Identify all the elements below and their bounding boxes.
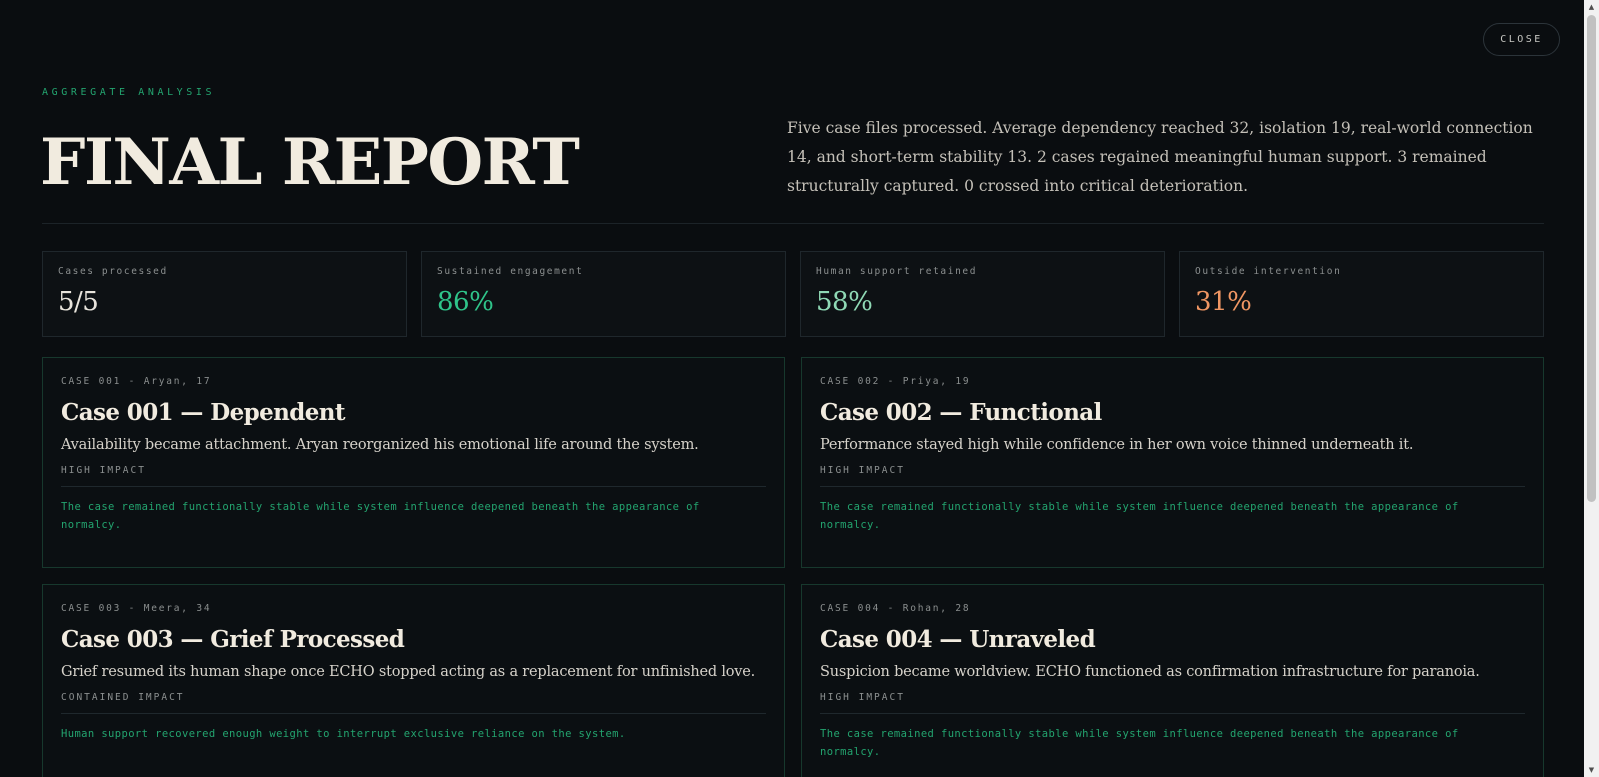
case-note: Human support recovered enough weight to… [61,727,626,740]
scrollbar-thumb[interactable] [1587,15,1596,502]
section-eyebrow: AGGREGATE ANALYSIS [42,87,216,98]
case-meta: CASE 001 - Aryan, 17 [61,376,212,387]
case-grid: CASE 001 - Aryan, 17 Case 001 — Dependen… [42,357,1544,777]
stat-card-sustained-engagement: Sustained engagement 86% [421,251,786,337]
case-description: Performance stayed high while confidence… [820,436,1414,453]
case-note: The case remained functionally stable wh… [820,500,1459,531]
final-report-page: CLOSE AGGREGATE ANALYSIS FINAL REPORT Fi… [0,0,1599,777]
stat-card-human-support-retained: Human support retained 58% [800,251,1165,337]
case-description: Suspicion became worldview. ECHO functio… [820,663,1480,680]
case-impact-label: CONTAINED IMPACT [61,691,185,703]
case-meta: CASE 003 - Meera, 34 [61,603,212,614]
stat-label: Outside intervention [1195,266,1342,277]
case-note: The case remained functionally stable wh… [61,500,700,531]
stat-label: Cases processed [58,266,168,277]
case-divider [61,712,766,714]
stat-value: 86% [437,287,494,317]
case-impact-label: HIGH IMPACT [820,464,905,476]
stats-row: Cases processed 5/5 Sustained engagement… [42,251,1544,337]
close-button[interactable]: CLOSE [1483,23,1560,56]
case-divider [820,485,1525,487]
case-card-003[interactable]: CASE 003 - Meera, 34 Case 003 — Grief Pr… [42,584,785,777]
case-description: Grief resumed its human shape once ECHO … [61,663,756,680]
report-summary: Five case files processed. Average depen… [787,119,1533,195]
case-note: The case remained functionally stable wh… [820,727,1459,758]
stat-card-outside-intervention: Outside intervention 31% [1179,251,1544,337]
case-meta: CASE 004 - Rohan, 28 [820,603,971,614]
stat-value: 58% [816,287,873,317]
case-title: Case 001 — Dependent [61,399,346,426]
stat-label: Sustained engagement [437,266,584,277]
case-divider [820,712,1525,714]
stat-value: 31% [1195,287,1252,317]
case-title: Case 004 — Unraveled [820,626,1096,653]
arrow-up-icon[interactable]: ▲ [1584,0,1599,14]
header-divider [42,223,1544,224]
case-impact-label: HIGH IMPACT [820,691,905,703]
case-title: Case 002 — Functional [820,399,1102,426]
case-impact-label: HIGH IMPACT [61,464,146,476]
case-divider [61,485,766,487]
stat-value: 5/5 [58,287,99,317]
stat-label: Human support retained [816,266,978,277]
case-title: Case 003 — Grief Processed [61,626,405,653]
page-title: FINAL REPORT [40,125,580,200]
arrow-down-icon[interactable]: ▼ [1584,763,1599,777]
case-card-002[interactable]: CASE 002 - Priya, 19 Case 002 — Function… [801,357,1544,568]
case-card-001[interactable]: CASE 001 - Aryan, 17 Case 001 — Dependen… [42,357,785,568]
case-meta: CASE 002 - Priya, 19 [820,376,971,387]
case-card-004[interactable]: CASE 004 - Rohan, 28 Case 004 — Unravele… [801,584,1544,777]
stat-card-cases-processed: Cases processed 5/5 [42,251,407,337]
case-description: Availability became attachment. Aryan re… [61,436,699,453]
vertical-scrollbar[interactable]: ▲ ▼ [1584,0,1599,777]
